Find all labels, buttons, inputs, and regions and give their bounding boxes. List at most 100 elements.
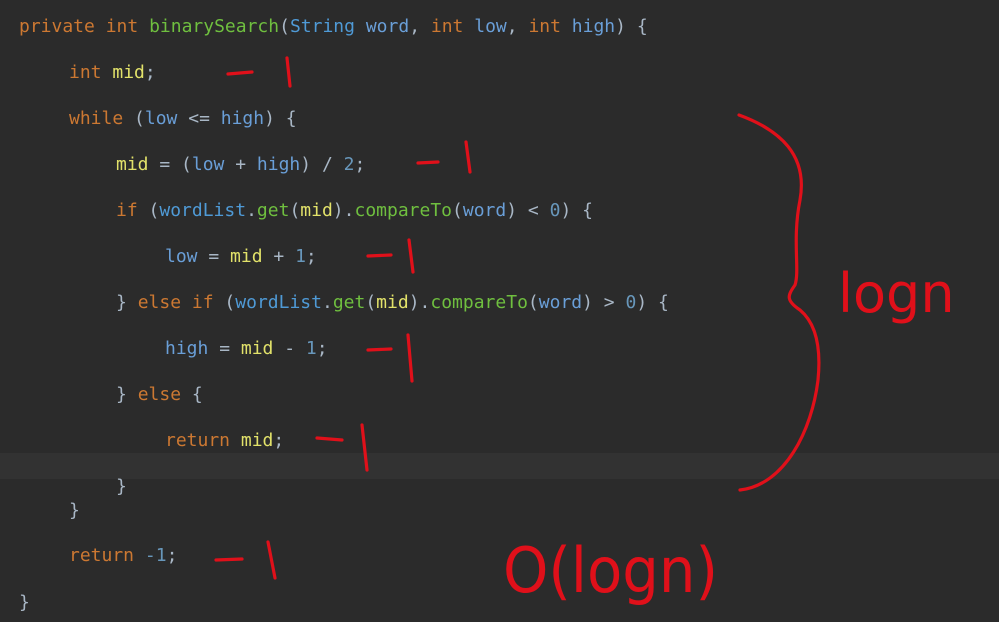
- code-line-5[interactable]: if (wordList.get(mid).compareTo(word) < …: [116, 199, 593, 223]
- code-token: if: [191, 292, 214, 313]
- code-token: mid: [112, 62, 145, 83]
- code-token: (: [279, 16, 290, 37]
- code-token: int: [69, 62, 102, 83]
- code-token: 2: [343, 154, 355, 175]
- code-line-9[interactable]: } else {: [116, 383, 203, 407]
- code-token: get: [332, 292, 366, 313]
- code-token: (: [527, 292, 539, 313]
- code-line-6[interactable]: low = mid + 1;: [165, 245, 317, 269]
- code-token: get: [256, 200, 290, 221]
- code-token: word: [462, 200, 507, 221]
- code-token: while: [69, 108, 124, 129]
- code-token: ).: [332, 200, 355, 221]
- code-token: (: [452, 200, 463, 221]
- code-token: private: [19, 16, 95, 37]
- code-token: int: [105, 16, 139, 37]
- code-token: binarySearch: [149, 16, 280, 37]
- code-token: (: [123, 108, 145, 129]
- code-token: high: [256, 154, 301, 175]
- code-token: (: [289, 200, 301, 221]
- code-token: wordList: [159, 200, 247, 221]
- code-token: else: [137, 384, 182, 405]
- code-token: ;: [354, 154, 366, 175]
- code-token: mid: [240, 430, 274, 451]
- code-token: mid: [300, 200, 333, 221]
- code-token: low: [144, 108, 178, 129]
- code-line-2[interactable]: int mid;: [69, 61, 156, 85]
- code-token: {: [181, 384, 203, 405]
- code-token: String: [289, 16, 355, 37]
- code-token: ) >: [582, 292, 626, 313]
- code-token: high: [165, 338, 209, 359]
- code-token: }: [116, 476, 127, 497]
- code-token: 1: [305, 338, 317, 359]
- code-line-1[interactable]: private int binarySearch(String word, in…: [19, 15, 648, 39]
- code-token: =: [208, 338, 241, 359]
- code-line-11[interactable]: }: [116, 475, 127, 499]
- code-token: }: [69, 500, 80, 521]
- code-editor[interactable]: private int binarySearch(String word, in…: [0, 0, 999, 622]
- code-token: ,: [409, 16, 431, 37]
- code-token: else: [137, 292, 182, 313]
- code-token: word: [365, 16, 410, 37]
- code-line-4[interactable]: mid = (low + high) / 2;: [116, 153, 365, 177]
- code-token: if: [116, 200, 138, 221]
- code-token: }: [116, 384, 138, 405]
- code-token: word: [538, 292, 583, 313]
- code-token: low: [165, 246, 198, 267]
- code-token: mid: [116, 154, 149, 175]
- current-line-highlight: [0, 453, 999, 479]
- code-token: (: [137, 200, 160, 221]
- code-token: compareTo: [430, 292, 528, 313]
- code-line-10[interactable]: return mid;: [165, 429, 284, 453]
- code-token: compareTo: [354, 200, 453, 221]
- code-token: ;: [144, 62, 156, 83]
- code-token: (: [213, 292, 236, 313]
- code-token: return: [69, 545, 135, 566]
- code-token: 0: [625, 292, 637, 313]
- code-token: mid: [376, 292, 409, 313]
- code-token: low: [474, 16, 507, 37]
- code-token: ) /: [300, 154, 344, 175]
- code-token: 1: [295, 246, 306, 267]
- code-token: mid: [230, 246, 263, 267]
- code-token: ;: [305, 246, 317, 267]
- code-token: ) {: [264, 108, 297, 129]
- code-token: high: [571, 16, 616, 37]
- code-line-7[interactable]: } else if (wordList.get(mid).compareTo(w…: [116, 291, 669, 315]
- code-token: ) {: [560, 200, 593, 221]
- code-line-8[interactable]: high = mid - 1;: [165, 337, 328, 361]
- code-token: low: [191, 154, 225, 175]
- code-token: ;: [273, 430, 285, 451]
- code-token: ;: [316, 338, 328, 359]
- code-token: int: [528, 16, 561, 37]
- code-token: ).: [408, 292, 431, 313]
- code-token: 0: [549, 200, 561, 221]
- code-token: -1: [144, 545, 167, 566]
- code-line-13[interactable]: return -1;: [69, 544, 177, 568]
- code-token: -: [273, 338, 306, 359]
- code-token: mid: [240, 338, 274, 359]
- code-line-14[interactable]: }: [19, 591, 30, 615]
- code-line-3[interactable]: while (low <= high) {: [69, 107, 297, 131]
- code-token: <=: [177, 108, 221, 129]
- code-token: =: [197, 246, 231, 267]
- code-line-12[interactable]: }: [69, 499, 80, 523]
- code-token: ) {: [615, 16, 648, 37]
- code-token: +: [224, 154, 257, 175]
- code-token: +: [262, 246, 296, 267]
- code-token: .: [321, 292, 333, 313]
- code-token: .: [246, 200, 257, 221]
- code-token: int: [430, 16, 464, 37]
- code-token: (: [365, 292, 377, 313]
- code-token: ,: [506, 16, 529, 37]
- code-token: }: [19, 592, 30, 613]
- code-token: = (: [148, 154, 192, 175]
